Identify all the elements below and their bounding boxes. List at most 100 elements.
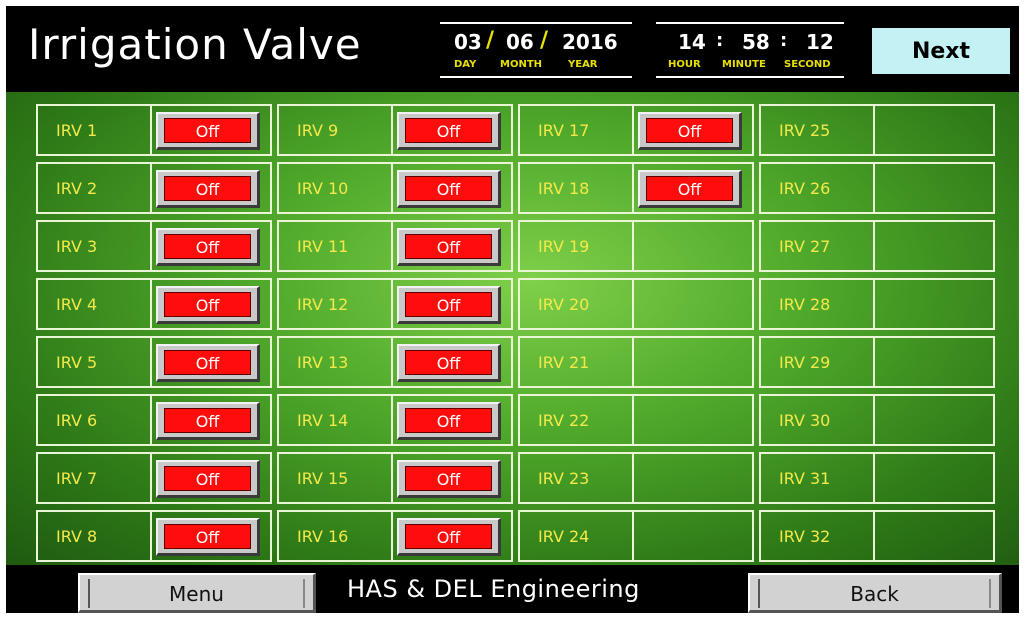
valve-cell: IRV 16 Off — [277, 510, 513, 562]
valve-label: IRV 2 — [56, 179, 98, 198]
cell-divider — [632, 222, 634, 270]
valve-state: Off — [405, 118, 492, 143]
valve-label: IRV 25 — [779, 121, 831, 140]
footer-bar: Menu HAS & DEL Engineering Back — [6, 565, 1019, 613]
cell-divider — [873, 106, 875, 154]
valve-cell: IRV 17 Off — [518, 104, 754, 156]
valve-label: IRV 20 — [538, 295, 590, 314]
valve-label: IRV 22 — [538, 411, 590, 430]
valve-label: IRV 24 — [538, 527, 590, 546]
valve-cell: IRV 27 — [759, 220, 995, 272]
cell-divider — [632, 280, 634, 328]
valve-toggle-button[interactable]: Off — [156, 344, 260, 382]
valve-state: Off — [405, 176, 492, 201]
valve-toggle-button[interactable]: Off — [156, 170, 260, 208]
valve-state: Off — [164, 524, 251, 549]
cell-divider — [873, 338, 875, 386]
valve-toggle-button[interactable]: Off — [397, 460, 501, 498]
cell-divider — [632, 454, 634, 502]
valve-label: IRV 18 — [538, 179, 590, 198]
date-year: 2016 — [562, 30, 618, 54]
menu-button[interactable]: Menu — [78, 573, 316, 613]
cell-divider — [391, 280, 393, 328]
valve-toggle-button[interactable]: Off — [156, 286, 260, 324]
valve-toggle-button[interactable]: Off — [397, 518, 501, 556]
valve-cell: IRV 12 Off — [277, 278, 513, 330]
hmi-frame: Irrigation Valve 03 / 06 / 2016 DAY MONT… — [6, 6, 1019, 613]
valve-cell: IRV 4 Off — [36, 278, 272, 330]
valve-label: IRV 17 — [538, 121, 590, 140]
valve-toggle-button[interactable]: Off — [638, 112, 742, 150]
valve-cell: IRV 9 Off — [277, 104, 513, 156]
valve-label: IRV 23 — [538, 469, 590, 488]
valve-cell: IRV 15 Off — [277, 452, 513, 504]
company-name: HAS & DEL Engineering — [347, 575, 640, 603]
valve-state: Off — [646, 118, 733, 143]
cell-divider — [632, 396, 634, 444]
valve-cell: IRV 22 — [518, 394, 754, 446]
time-hour: 14 — [678, 30, 706, 54]
back-button[interactable]: Back — [748, 573, 1002, 613]
cell-divider — [150, 338, 152, 386]
valve-cell: IRV 10 Off — [277, 162, 513, 214]
valve-toggle-button[interactable]: Off — [397, 112, 501, 150]
cell-divider — [150, 106, 152, 154]
valve-toggle-button[interactable]: Off — [397, 228, 501, 266]
header-bar: Irrigation Valve 03 / 06 / 2016 DAY MONT… — [6, 6, 1019, 92]
valve-label: IRV 29 — [779, 353, 831, 372]
second-label: SECOND — [784, 59, 831, 70]
valve-state: Off — [164, 234, 251, 259]
valve-toggle-button[interactable]: Off — [156, 518, 260, 556]
cell-divider — [632, 164, 634, 212]
valve-label: IRV 31 — [779, 469, 831, 488]
cell-divider — [150, 164, 152, 212]
valve-cell: IRV 18 Off — [518, 162, 754, 214]
valve-cell: IRV 23 — [518, 452, 754, 504]
valve-label: IRV 3 — [56, 237, 98, 256]
back-button-label: Back — [758, 579, 991, 608]
valve-cell: IRV 30 — [759, 394, 995, 446]
menu-button-label: Menu — [88, 579, 305, 608]
valve-label: IRV 13 — [297, 353, 349, 372]
valve-label: IRV 14 — [297, 411, 349, 430]
valve-cell: IRV 19 — [518, 220, 754, 272]
cell-divider — [873, 164, 875, 212]
valve-toggle-button[interactable]: Off — [397, 170, 501, 208]
valve-state: Off — [164, 466, 251, 491]
cell-divider — [391, 222, 393, 270]
valve-toggle-button[interactable]: Off — [397, 344, 501, 382]
valve-toggle-button[interactable]: Off — [397, 402, 501, 440]
valve-label: IRV 9 — [297, 121, 339, 140]
valve-toggle-button[interactable]: Off — [156, 228, 260, 266]
valve-toggle-button[interactable]: Off — [397, 286, 501, 324]
valve-label: IRV 6 — [56, 411, 98, 430]
year-label: YEAR — [568, 59, 598, 70]
day-label: DAY — [454, 59, 477, 70]
next-button[interactable]: Next — [872, 28, 1010, 74]
date-separator: / — [486, 28, 495, 53]
valve-state: Off — [164, 176, 251, 201]
valve-label: IRV 12 — [297, 295, 349, 314]
valve-toggle-button[interactable]: Off — [156, 112, 260, 150]
valve-state: Off — [405, 408, 492, 433]
valve-cell: IRV 28 — [759, 278, 995, 330]
date-display: 03 / 06 / 2016 DAY MONTH YEAR — [440, 22, 632, 78]
valve-state: Off — [405, 234, 492, 259]
valve-cell: IRV 25 — [759, 104, 995, 156]
valve-cell: IRV 5 Off — [36, 336, 272, 388]
valve-cell: IRV 31 — [759, 452, 995, 504]
valve-cell: IRV 8 Off — [36, 510, 272, 562]
valve-cell: IRV 13 Off — [277, 336, 513, 388]
minute-label: MINUTE — [722, 59, 766, 70]
valve-toggle-button[interactable]: Off — [156, 402, 260, 440]
date-separator: / — [540, 28, 549, 53]
valve-cell: IRV 3 Off — [36, 220, 272, 272]
valve-toggle-button[interactable]: Off — [156, 460, 260, 498]
cell-divider — [150, 512, 152, 560]
cell-divider — [391, 106, 393, 154]
valve-state: Off — [405, 350, 492, 375]
valve-label: IRV 16 — [297, 527, 349, 546]
valve-label: IRV 30 — [779, 411, 831, 430]
valve-toggle-button[interactable]: Off — [638, 170, 742, 208]
date-month: 06 — [506, 30, 534, 54]
